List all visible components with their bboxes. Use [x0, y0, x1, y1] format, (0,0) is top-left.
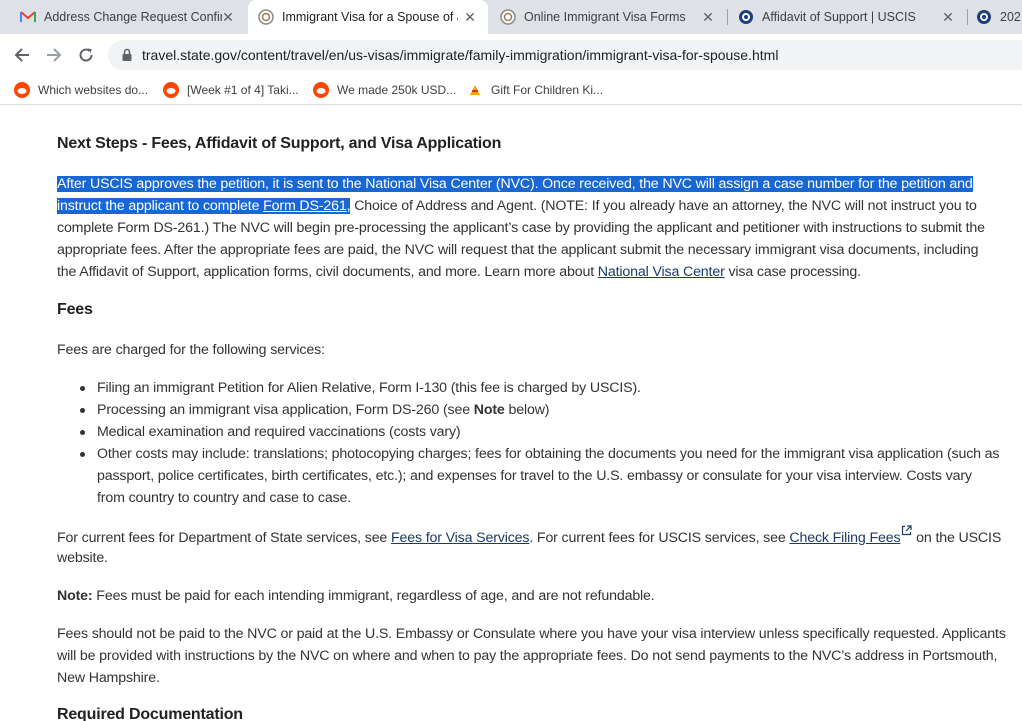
text-line: complete Form DS-261.) The NVC will begi…: [57, 220, 985, 236]
text-fragment: the Affidavit of Support, application fo…: [57, 264, 598, 280]
bookmarks-bar: Which websites do... [Week #1 of 4] Taki…: [0, 76, 1022, 105]
reload-button[interactable]: [74, 43, 98, 67]
close-icon[interactable]: ✕: [940, 9, 956, 25]
lock-icon[interactable]: [120, 48, 134, 62]
fees-intro: Fees are charged for the following servi…: [57, 342, 325, 358]
arrow-right-icon: [47, 48, 62, 62]
list-item: Processing an immigrant visa application…: [97, 399, 550, 421]
heading-next-steps: Next Steps - Fees, Affidavit of Support,…: [57, 135, 502, 152]
text-fragment: instruct the applicant to complete: [57, 198, 264, 214]
text-line: website.: [57, 550, 108, 566]
bookmark-item[interactable]: [Week #1 of 4] Taki...: [163, 80, 299, 100]
text-fragment: below): [504, 402, 550, 418]
tab-title: Address Change Request Confirm: [44, 10, 222, 24]
bookmark-label: Which websites do...: [38, 83, 149, 97]
text-line: the Affidavit of Support, application fo…: [57, 261, 861, 283]
url-text: travel.state.gov/content/travel/en/us-vi…: [142, 47, 779, 63]
tab-affidavit-of-support[interactable]: Affidavit of Support | USCIS ✕: [728, 0, 966, 34]
text-line: will be provided with instructions by th…: [57, 648, 998, 664]
reddit-icon: [313, 82, 329, 98]
close-icon[interactable]: ✕: [220, 9, 236, 25]
tab-title: Online Immigrant Visa Forms: [524, 10, 686, 24]
address-bar[interactable]: travel.state.gov/content/travel/en/us-vi…: [108, 40, 1022, 70]
form-ds261-link[interactable]: Form DS-261: [263, 198, 347, 214]
page-content: Next Steps - Fees, Affidavit of Support,…: [57, 105, 1022, 721]
tab-partial[interactable]: 202: [968, 0, 1022, 34]
external-link-icon: [902, 525, 912, 536]
gift-icon: [467, 82, 483, 98]
national-visa-center-link[interactable]: National Visa Center: [598, 264, 725, 280]
fees-for-visa-services-link[interactable]: Fees for Visa Services: [391, 530, 530, 546]
list-item: Medical examination and required vaccina…: [97, 424, 461, 440]
list-item: Filing an immigrant Petition for Alien R…: [97, 380, 641, 396]
list-item: Other costs may include: translations; p…: [97, 446, 1000, 462]
note-label: Note:: [57, 588, 93, 604]
back-button[interactable]: [10, 43, 34, 67]
text-line: After USCIS approves the petition, it is…: [57, 173, 973, 195]
tab-address-change[interactable]: Address Change Request Confirm ✕: [8, 0, 246, 34]
text-line: appropriate fees. After the appropriate …: [57, 242, 979, 258]
list-item-continued: from country to country and case to case…: [97, 490, 352, 506]
tab-title: Affidavit of Support | USCIS: [762, 10, 916, 24]
reload-icon: [79, 48, 93, 62]
tab-strip: Address Change Request Confirm ✕ Immigra…: [0, 0, 1022, 34]
heading-required-documentation: Required Documentation: [57, 706, 243, 721]
bullet: [80, 386, 85, 391]
text-fragment: . For current fees for USCIS services, s…: [529, 530, 790, 546]
bookmark-label: Gift For Children Ki...: [491, 83, 604, 97]
selected-text: After USCIS approves the petition, it is…: [57, 176, 973, 192]
text-fragment: Processing an immigrant visa application…: [97, 402, 474, 418]
selected-text: instruct the applicant to complete Form …: [57, 198, 351, 214]
check-filing-fees-link[interactable]: Check Filing Fees: [789, 530, 900, 546]
note-paragraph: Note: Fees must be paid for each intendi…: [57, 585, 655, 607]
bookmark-label: We made 250k USD...: [337, 83, 457, 97]
reddit-icon: [14, 82, 30, 98]
bullet: [80, 430, 85, 435]
text-line: instruct the applicant to complete Form …: [57, 195, 977, 217]
text-fragment: For current fees for Department of State…: [57, 530, 391, 546]
bookmark-label: [Week #1 of 4] Taki...: [187, 83, 299, 97]
gmail-icon: [20, 9, 36, 25]
note-text: Fees must be paid for each intending imm…: [92, 588, 655, 604]
note-bold: Note: [473, 402, 505, 418]
text-fragment: visa case processing.: [724, 264, 861, 280]
uscis-seal-icon: [258, 9, 274, 25]
text-fragment: on the USCIS: [912, 530, 1002, 546]
tab-online-immigrant-visa-forms[interactable]: Online Immigrant Visa Forms ✕: [490, 0, 726, 34]
bookmark-item[interactable]: Which websites do...: [14, 80, 148, 100]
close-icon[interactable]: ✕: [462, 9, 478, 25]
dhs-seal-icon: [976, 9, 992, 25]
tab-title: Immigrant Visa for a Spouse of a: [282, 10, 458, 24]
bookmark-item[interactable]: Gift For Children Ki...: [467, 80, 603, 100]
text-line: New Hampshire.: [57, 670, 160, 686]
text-fragment: Choice of Address and Agent. (NOTE: If y…: [350, 198, 977, 214]
close-icon[interactable]: ✕: [700, 9, 716, 25]
bullet: [80, 452, 85, 457]
heading-fees: Fees: [57, 301, 93, 318]
text-line: For current fees for Department of State…: [57, 525, 1001, 549]
uscis-seal-icon: [500, 9, 516, 25]
bookmark-item[interactable]: We made 250k USD...: [313, 80, 456, 100]
text-line: Fees should not be paid to the NVC or pa…: [57, 626, 1006, 642]
arrow-left-icon: [14, 48, 29, 62]
dhs-seal-icon: [738, 9, 754, 25]
bullet: [80, 408, 85, 413]
tab-immigrant-visa-spouse[interactable]: Immigrant Visa for a Spouse of a ✕: [248, 0, 488, 34]
reddit-icon: [163, 82, 179, 98]
forward-button[interactable]: [42, 43, 66, 67]
list-item-continued: passport, police certificates, birth cer…: [97, 468, 972, 484]
tab-title: 202: [1000, 10, 1021, 24]
